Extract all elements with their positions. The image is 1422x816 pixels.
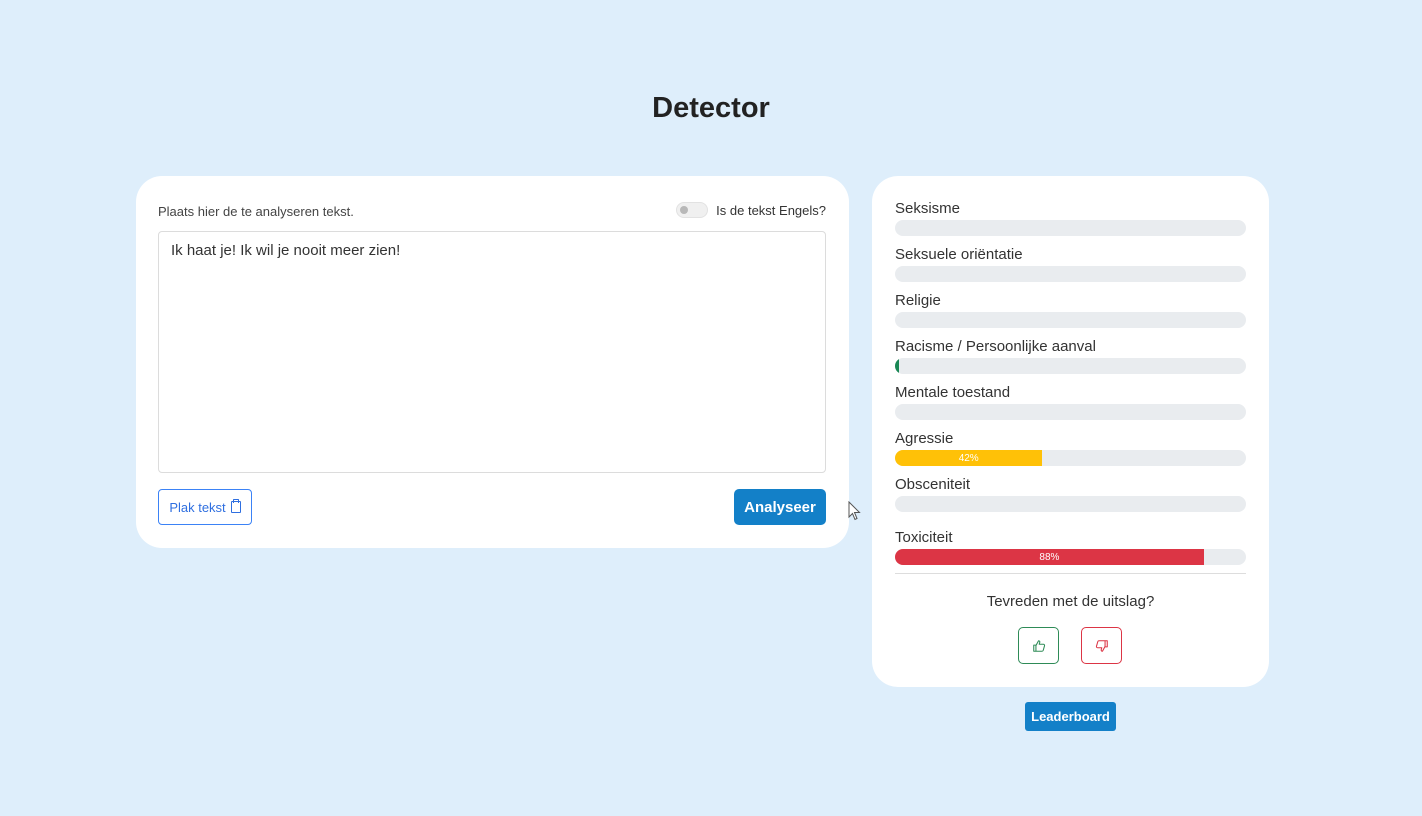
- category-bar-fill: 88%: [895, 549, 1204, 565]
- category-bar-fill: [895, 358, 899, 374]
- category-label: Seksuele oriëntatie: [895, 246, 1023, 263]
- category-bar: [895, 496, 1246, 512]
- thumbs-up-button[interactable]: [1018, 627, 1059, 664]
- category-bar: [895, 358, 1246, 374]
- english-toggle-group: Is de tekst Engels?: [676, 202, 826, 218]
- thumbs-down-icon: [1095, 639, 1108, 652]
- category-label: Mentale toestand: [895, 384, 1011, 401]
- clipboard-icon: [230, 499, 241, 513]
- input-label: Plaats hier de te analyseren tekst.: [158, 204, 354, 219]
- category-row: Obsceniteit: [895, 476, 1246, 512]
- category-row: Racisme / Persoonlijke aanval: [895, 338, 1246, 374]
- category-bar: [895, 404, 1246, 420]
- category-row: Seksuele oriëntatie: [895, 246, 1246, 282]
- leaderboard-button[interactable]: Leaderboard: [1025, 702, 1116, 731]
- category-row: Toxiciteit 88%: [895, 529, 1246, 565]
- paste-button[interactable]: Plak tekst: [158, 489, 252, 525]
- toggle-knob: [680, 206, 689, 214]
- thumbs-down-button[interactable]: [1081, 627, 1122, 664]
- category-bar: [895, 266, 1246, 282]
- category-row: Agressie 42%: [895, 430, 1246, 466]
- thumbs-up-icon: [1032, 639, 1045, 652]
- results-card: Seksisme Seksuele oriëntatie Religie Racism…: [872, 176, 1269, 687]
- text-input[interactable]: [158, 231, 826, 473]
- paste-button-label: Plak tekst: [169, 499, 226, 515]
- category-bar: [895, 220, 1246, 236]
- category-row: Religie: [895, 292, 1246, 328]
- category-label: Agressie: [895, 430, 954, 447]
- category-row: Mentale toestand: [895, 384, 1246, 420]
- category-label: Toxiciteit: [895, 529, 953, 546]
- divider: [895, 573, 1246, 574]
- category-bar-fill: 42%: [895, 450, 1043, 466]
- category-label: Religie: [895, 292, 941, 309]
- english-toggle-label: Is de tekst Engels?: [716, 202, 826, 218]
- category-label: Seksisme: [895, 200, 961, 217]
- feedback-question: Tevreden met de uitslag?: [986, 593, 1155, 610]
- analyze-button[interactable]: Analyseer: [734, 489, 826, 525]
- english-toggle[interactable]: [676, 202, 709, 218]
- category-bar: 88%: [895, 549, 1246, 565]
- category-bar: 42%: [895, 450, 1246, 466]
- category-bar: [895, 312, 1246, 328]
- category-label: Racisme / Persoonlijke aanval: [895, 338, 1096, 355]
- input-card: Plaats hier de te analyseren tekst. Is d…: [136, 176, 849, 548]
- category-label: Obsceniteit: [895, 476, 971, 493]
- page-title: Detector: [652, 92, 770, 124]
- category-row: Seksisme: [895, 200, 1246, 236]
- mouse-cursor-icon: [848, 501, 861, 521]
